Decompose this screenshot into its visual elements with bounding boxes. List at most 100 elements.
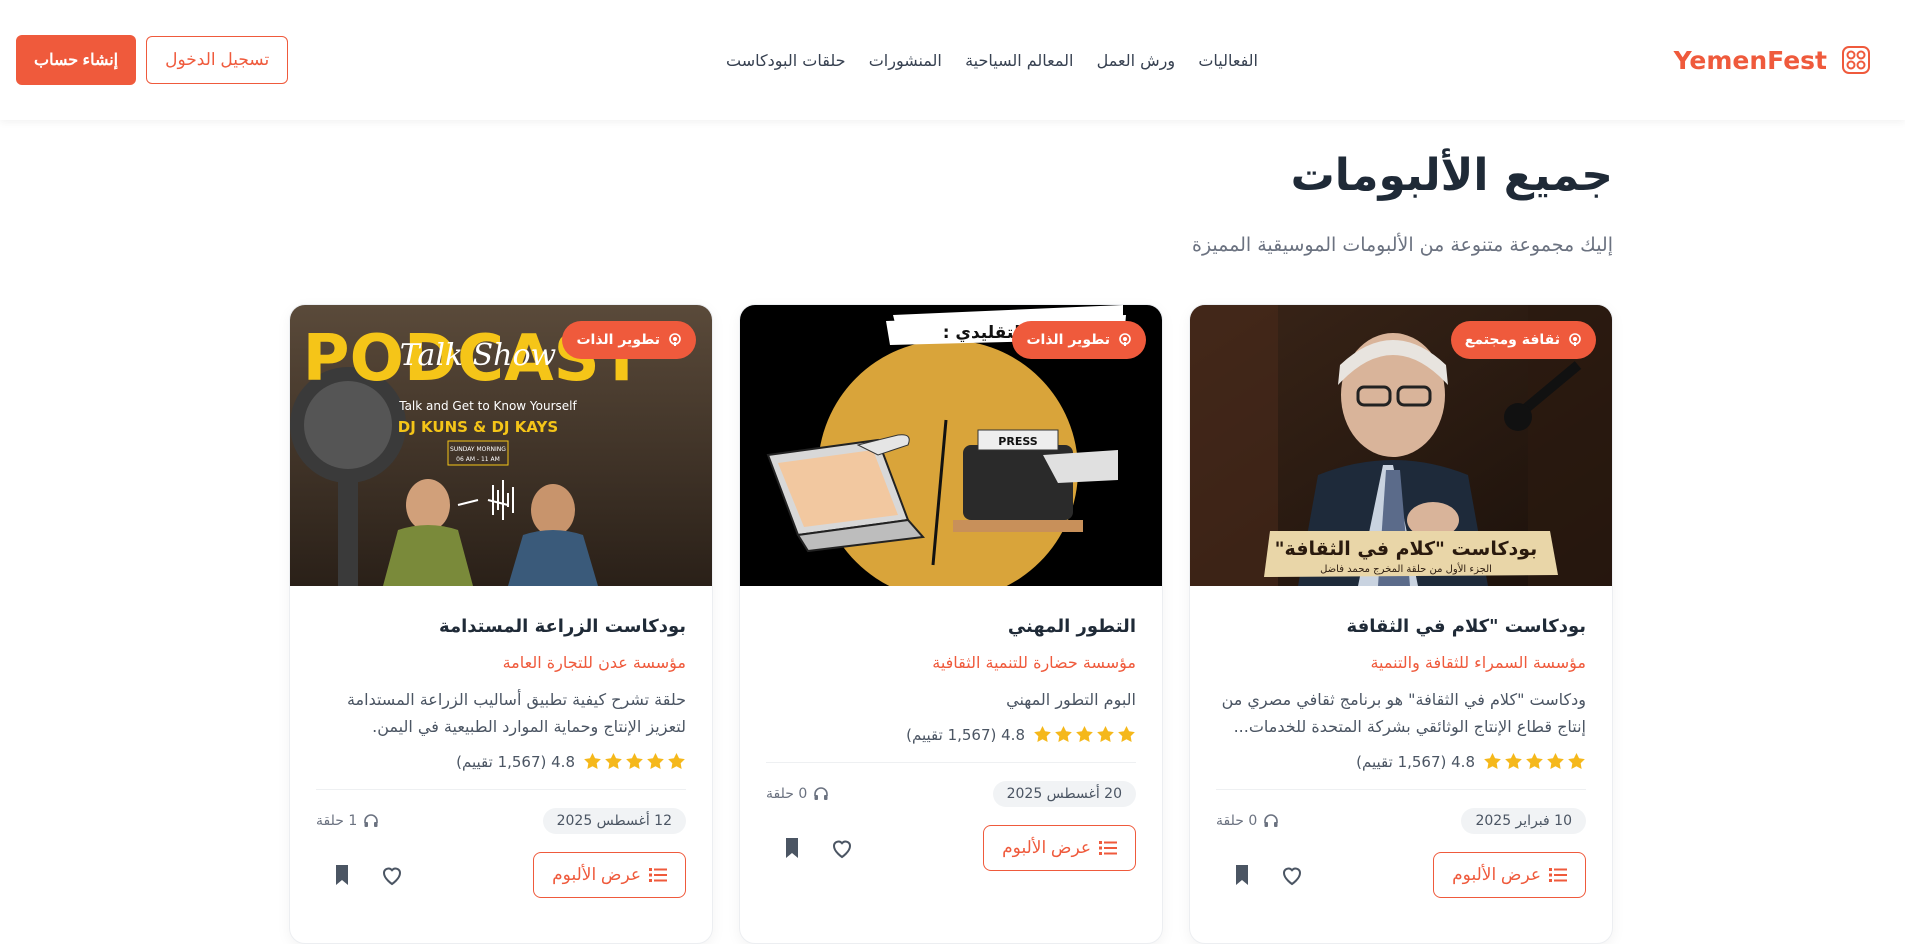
star-icon	[1076, 725, 1093, 743]
headphones-icon	[364, 814, 379, 827]
site-header: YemenFest الفعاليات ورش العمل المعالم ال…	[0, 0, 1905, 120]
brand-logo-icon	[1842, 46, 1870, 74]
star-icon	[1547, 752, 1564, 770]
rating-stars	[1033, 725, 1136, 744]
heart-icon[interactable]	[830, 836, 854, 860]
rating-text: 4.8 (1,567 تقييم)	[456, 752, 575, 771]
list-icon	[1099, 841, 1117, 855]
bookmark-icon[interactable]	[330, 863, 354, 887]
view-album-label: عرض الألبوم	[1002, 838, 1091, 857]
album-description: البوم التطور المهني	[1006, 690, 1136, 709]
bookmark-icon[interactable]	[780, 836, 804, 860]
album-date: 10 فبراير 2025	[1461, 808, 1586, 834]
badge-label: تطوير الذات	[1026, 332, 1110, 348]
badge-label: تطوير الذات	[576, 332, 660, 348]
podcast-icon	[1569, 333, 1581, 346]
star-icon	[605, 752, 622, 770]
nav-workshops[interactable]: ورش العمل	[1097, 51, 1175, 70]
album-title[interactable]: بودكاست الزراعة المستدامة	[316, 616, 686, 637]
cover-press-text: PRESS	[998, 435, 1037, 448]
star-icon	[1505, 752, 1522, 770]
heart-icon[interactable]	[380, 863, 404, 887]
divider	[316, 789, 686, 790]
star-icon	[584, 752, 601, 770]
nav-podcasts[interactable]: حلقات البودكاست	[726, 51, 845, 70]
page-subtitle: إليك مجموعة متنوعة من الألبومات الموسيقي…	[1191, 234, 1613, 256]
badge-label: ثقافة ومجتمع	[1464, 332, 1560, 348]
cover-subcaption: الجزء الأول من حلقة المخرج محمد فاضل	[1320, 562, 1492, 575]
nav-events[interactable]: الفعاليات	[1198, 51, 1258, 70]
cover-time-1: SUNDAY MORNING	[450, 446, 506, 453]
album-rating: 4.8 (1,567 تقييم)	[766, 725, 1136, 744]
auth-buttons: إنشاء حساب تسجيل الدخول	[16, 35, 289, 85]
brand[interactable]: YemenFest	[1674, 45, 1871, 75]
cover-caption: بودكاست "كلام في الثقافة"	[1275, 538, 1538, 560]
album-cover-image: بودكاست "كلام في الثقافة" الجزء الأول من…	[1190, 305, 1612, 586]
album-organization[interactable]: مؤسسة السمراء للثقافة والتنمية	[1216, 653, 1586, 672]
category-badge: تطوير الذات	[1012, 321, 1146, 359]
signup-button[interactable]: إنشاء حساب	[16, 35, 137, 85]
album-cover-image: والتسويــق التقليدي : PRESS تطوير الذات	[740, 305, 1162, 586]
divider	[1216, 789, 1586, 790]
podcast-icon	[1119, 333, 1131, 346]
episode-count-text: 1 حلقة	[316, 813, 358, 829]
album-cover-image: PODCAST Talk Show Talk and Get to Know Y…	[290, 305, 712, 586]
cover-time-2: 06 AM - 11 AM	[456, 456, 500, 463]
rating-stars	[1483, 752, 1586, 771]
star-icon	[1097, 725, 1114, 743]
view-album-label: عرض الألبوم	[552, 865, 641, 884]
album-date: 20 أغسطس 2025	[992, 781, 1136, 807]
nav-posts[interactable]: المنشورات	[869, 51, 942, 70]
podcast-icon	[669, 333, 681, 346]
album-description: حلقة تشرح كيفية تطبيق أساليب الزراعة الم…	[346, 690, 686, 736]
star-icon	[1526, 752, 1543, 770]
cover-script-text: Talk Show	[400, 338, 557, 373]
rating-text: 4.8 (1,567 تقييم)	[906, 725, 1025, 744]
headphones-icon	[814, 787, 829, 800]
brand-name: YemenFest	[1673, 45, 1827, 75]
album-card[interactable]: PODCAST Talk Show Talk and Get to Know Y…	[289, 304, 713, 944]
star-icon	[1484, 752, 1501, 770]
album-card[interactable]: بودكاست "كلام في الثقافة" الجزء الأول من…	[1189, 304, 1613, 944]
star-icon	[1118, 725, 1135, 743]
nav-landmarks[interactable]: المعالم السياحية	[965, 51, 1073, 70]
star-icon	[1055, 725, 1072, 743]
star-icon	[1034, 725, 1051, 743]
episode-count-text: 0 حلقة	[766, 786, 808, 802]
album-card[interactable]: والتسويــق التقليدي : PRESS تطوير الذات …	[739, 304, 1163, 944]
star-icon	[668, 752, 685, 770]
rating-stars	[583, 752, 686, 771]
cover-hosts: DJ KUNS & DJ KAYS	[398, 418, 558, 436]
main-nav: الفعاليات ورش العمل المعالم السياحية الم…	[726, 0, 1258, 120]
view-album-button[interactable]: عرض الألبوم	[533, 852, 686, 898]
login-button[interactable]: تسجيل الدخول	[146, 36, 289, 84]
headphones-icon	[1264, 814, 1279, 827]
album-title[interactable]: بودكاست "كلام في الثقافة	[1216, 616, 1586, 637]
cover-tagline: Talk and Get to Know Yourself	[398, 399, 577, 413]
rating-text: 4.8 (1,567 تقييم)	[1356, 752, 1475, 771]
star-icon	[647, 752, 664, 770]
view-album-button[interactable]: عرض الألبوم	[1433, 852, 1586, 898]
divider	[766, 762, 1136, 763]
view-album-label: عرض الألبوم	[1452, 865, 1541, 884]
album-title[interactable]: التطور المهني	[766, 616, 1136, 637]
album-description: ودكاست "كلام في الثقافة" هو برنامج ثقافي…	[1221, 690, 1586, 736]
view-album-button[interactable]: عرض الألبوم	[983, 825, 1136, 871]
episode-count: 0 حلقة	[1216, 813, 1279, 829]
category-badge: ثقافة ومجتمع	[1450, 321, 1596, 359]
star-icon	[626, 752, 643, 770]
album-organization[interactable]: مؤسسة حضارة للتنمية الثقافية	[766, 653, 1136, 672]
album-rating: 4.8 (1,567 تقييم)	[316, 752, 686, 771]
album-date: 12 أغسطس 2025	[542, 808, 686, 834]
album-organization[interactable]: مؤسسة عدن للتجارة العامة	[316, 653, 686, 672]
episode-count: 1 حلقة	[316, 813, 379, 829]
episode-count: 0 حلقة	[766, 786, 829, 802]
heart-icon[interactable]	[1280, 863, 1304, 887]
list-icon	[649, 868, 667, 882]
list-icon	[1549, 868, 1567, 882]
page-title: جميع الألبومات	[1290, 150, 1613, 201]
star-icon	[1568, 752, 1585, 770]
bookmark-icon[interactable]	[1230, 863, 1254, 887]
album-rating: 4.8 (1,567 تقييم)	[1216, 752, 1586, 771]
episode-count-text: 0 حلقة	[1216, 813, 1258, 829]
